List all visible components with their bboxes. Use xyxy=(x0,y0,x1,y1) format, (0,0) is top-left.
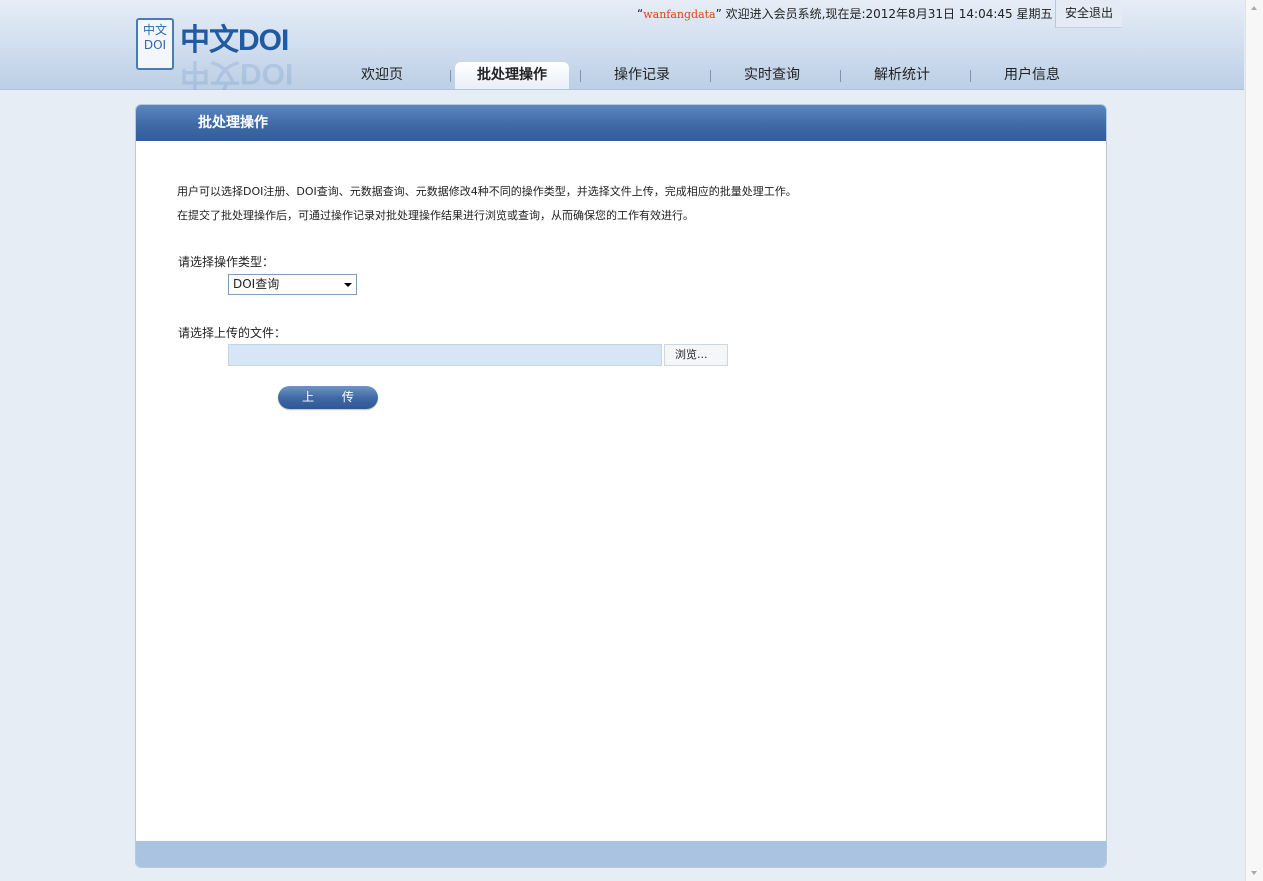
file-path-input[interactable] xyxy=(228,344,662,366)
welcome-text: ” 欢迎进入会员系统,现在是:2012年8月31日 14:04:45 星期五 xyxy=(715,7,1053,21)
logo-text: 中文DOI xyxy=(180,24,289,57)
panel-title: 批处理操作 xyxy=(198,115,268,131)
description-line-2: 在提交了批处理操作后，可通过操作记录对批处理操作结果进行浏览或查询，从而确保您的… xyxy=(177,209,694,222)
description-line-1: 用户可以选择DOI注册、DOI查询、元数据查询、元数据修改4种不同的操作类型，并… xyxy=(177,185,797,198)
logo[interactable]: 中文 DOI 中文DOI 中文DOI xyxy=(136,18,296,90)
operation-type-select[interactable]: DOI查询 xyxy=(228,274,357,295)
logo-reflection: 中文DOI xyxy=(180,57,294,90)
tab-welcome[interactable]: 欢迎页 xyxy=(322,62,442,89)
nav-divider xyxy=(970,70,971,82)
tab-user-info[interactable]: 用户信息 xyxy=(972,62,1092,89)
dropdown-arrow-icon xyxy=(344,283,352,287)
logo-seal-icon: 中文 DOI xyxy=(136,18,174,70)
tab-realtime-query[interactable]: 实时查询 xyxy=(712,62,832,89)
nav-divider xyxy=(710,70,711,82)
operation-type-label: 请选择操作类型： xyxy=(178,255,275,269)
tab-operation-log[interactable]: 操作记录 xyxy=(582,62,702,89)
operation-type-value: DOI查询 xyxy=(233,277,280,291)
panel-header: 批处理操作 xyxy=(136,105,1106,141)
batch-panel: 批处理操作 用户可以选择DOI注册、DOI查询、元数据查询、元数据修改4种不同的… xyxy=(135,104,1107,868)
panel-footer xyxy=(136,841,1106,867)
browse-button[interactable]: 浏览... xyxy=(664,344,728,366)
nav-divider xyxy=(840,70,841,82)
logout-button[interactable]: 安全退出 xyxy=(1055,0,1122,28)
username: wanfangdata xyxy=(643,8,716,21)
scroll-up-icon[interactable] xyxy=(1251,6,1257,10)
nav-divider xyxy=(450,70,451,82)
description: 用户可以选择DOI注册、DOI查询、元数据查询、元数据修改4种不同的操作类型，并… xyxy=(177,180,797,228)
file-label: 请选择上传的文件： xyxy=(178,326,287,340)
tab-batch-operation[interactable]: 批处理操作 xyxy=(455,62,569,89)
tab-resolution-stats[interactable]: 解析统计 xyxy=(842,62,962,89)
welcome-message: “wanfangdata” 欢迎进入会员系统,现在是:2012年8月31日 14… xyxy=(637,6,1052,23)
upload-button[interactable]: 上 传 xyxy=(278,386,378,409)
page-scrollbar[interactable] xyxy=(1245,0,1263,881)
scroll-down-icon[interactable] xyxy=(1251,871,1257,875)
page-header: 中文 DOI 中文DOI 中文DOI “wanfangdata” 欢迎进入会员系… xyxy=(0,0,1244,90)
nav-divider xyxy=(580,70,581,82)
